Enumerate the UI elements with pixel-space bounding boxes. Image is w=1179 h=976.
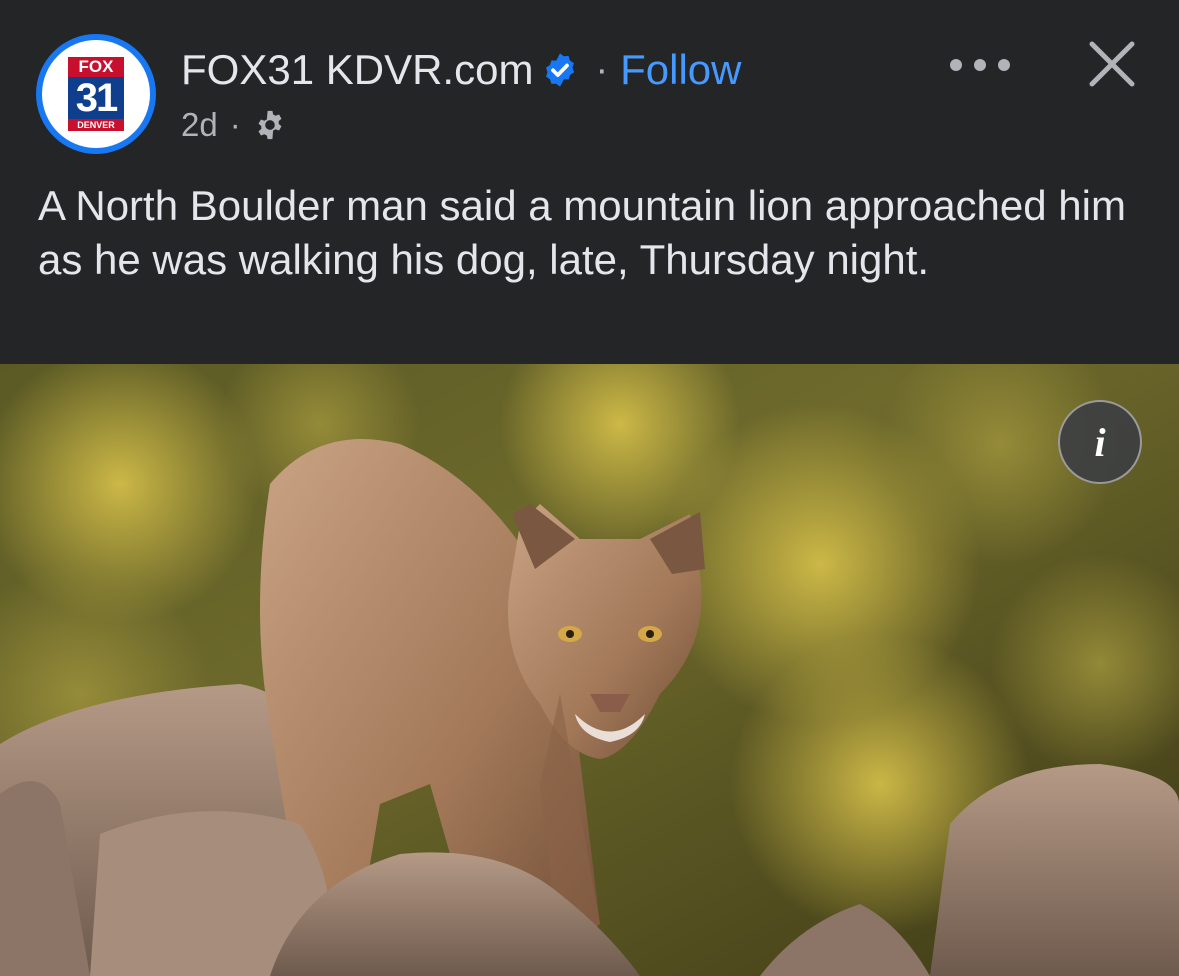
verified-badge-icon [546, 53, 575, 87]
avatar-logo: FOX 31 DENVER [42, 40, 150, 148]
logo-fox-text: FOX [68, 57, 124, 77]
follow-button[interactable]: Follow [620, 46, 741, 94]
separator-dot: · [595, 48, 609, 91]
gear-icon[interactable] [253, 108, 287, 142]
post-meta: 2d · [181, 104, 287, 146]
more-options-button[interactable] [950, 48, 1010, 82]
more-horizontal-icon-dot [974, 59, 986, 71]
post-photo[interactable] [0, 364, 1179, 976]
logo-number-text: 31 [68, 77, 124, 119]
fox31-logo: FOX 31 DENVER [68, 57, 124, 131]
page-avatar[interactable]: FOX 31 DENVER [36, 34, 156, 154]
mountain-lion-image [0, 364, 1179, 976]
more-horizontal-icon-dot [998, 59, 1010, 71]
post-card: FOX 31 DENVER FOX31 KDVR.com · Follow 2d… [0, 0, 1179, 976]
meta-separator: · [229, 106, 241, 143]
logo-city-text: DENVER [68, 119, 124, 131]
post-caption: A North Boulder man said a mountain lion… [38, 182, 1126, 283]
info-icon[interactable]: i [1058, 400, 1142, 484]
close-icon[interactable] [1086, 38, 1138, 90]
more-horizontal-icon-dot [950, 59, 962, 71]
author-row: FOX31 KDVR.com · Follow [181, 42, 741, 98]
post-timestamp[interactable]: 2d [181, 106, 218, 144]
page-name-link[interactable]: FOX31 KDVR.com [181, 46, 533, 94]
post-header: FOX 31 DENVER FOX31 KDVR.com · Follow 2d… [0, 0, 1179, 364]
